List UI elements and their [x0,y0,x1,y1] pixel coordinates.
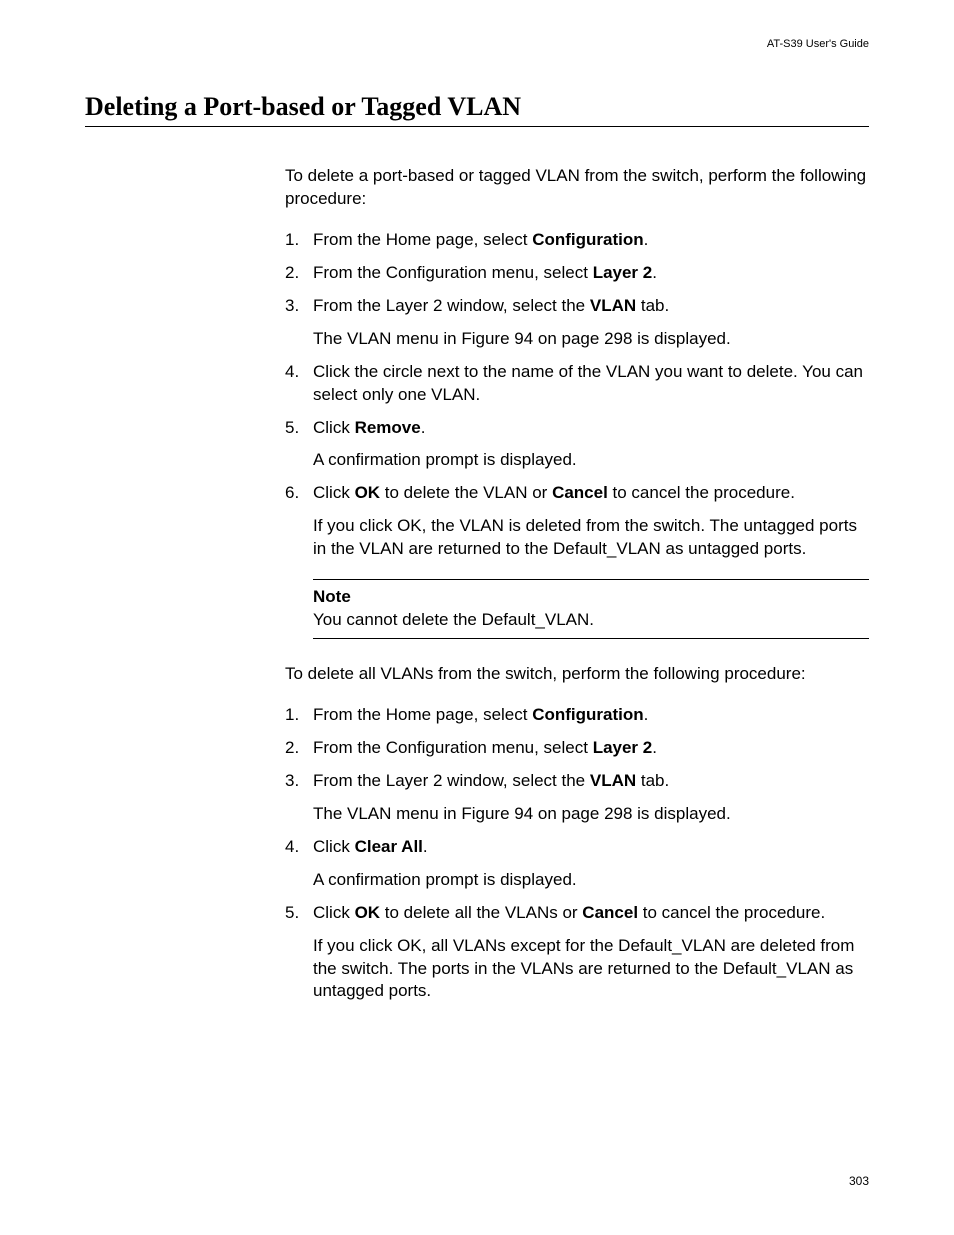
procedure-list-2: From the Home page, select Configuration… [285,704,869,1003]
note-title: Note [313,586,869,609]
step-text: . [652,738,657,757]
intro-paragraph-2: To delete all VLANs from the switch, per… [285,663,869,686]
bold-term: Layer 2 [593,263,653,282]
page-title: Deleting a Port-based or Tagged VLAN [85,92,869,127]
bold-term: Configuration [532,705,643,724]
note-box: Note You cannot delete the Default_VLAN. [313,579,869,639]
step-text: . [423,837,428,856]
bold-term: Cancel [552,483,608,502]
step-text: . [652,263,657,282]
bold-term: Configuration [532,230,643,249]
step-text: Click [313,483,355,502]
step-sub: If you click OK, the VLAN is deleted fro… [313,515,869,561]
bold-term: Layer 2 [593,738,653,757]
step-sub: The VLAN menu in Figure 94 on page 298 i… [313,328,869,351]
bold-term: Clear All [355,837,423,856]
step-text: . [421,418,426,437]
page-number: 303 [849,1174,869,1188]
step-2-3: From the Layer 2 window, select the VLAN… [285,770,869,826]
step-text: tab. [636,771,669,790]
step-text: to cancel the procedure. [608,483,795,502]
step-sub: A confirmation prompt is displayed. [313,869,869,892]
main-content: To delete a port-based or tagged VLAN fr… [85,165,869,1003]
bold-term: VLAN [590,296,636,315]
bold-term: OK [355,483,381,502]
step-text: From the Layer 2 window, select the [313,771,590,790]
step-2-5: Click OK to delete all the VLANs or Canc… [285,902,869,1004]
bold-term: OK [355,903,381,922]
step-text: to delete the VLAN or [380,483,552,502]
step-text: From the Home page, select [313,230,532,249]
step-1-1: From the Home page, select Configuration… [285,229,869,252]
step-1-5: Click Remove. A confirmation prompt is d… [285,417,869,473]
step-text: Click [313,837,355,856]
procedure-list-1: From the Home page, select Configuration… [285,229,869,561]
step-text: From the Configuration menu, select [313,738,593,757]
step-text: to cancel the procedure. [638,903,825,922]
step-2-4: Click Clear All. A confirmation prompt i… [285,836,869,892]
step-text: . [644,705,649,724]
step-text: From the Layer 2 window, select the [313,296,590,315]
step-text: From the Configuration menu, select [313,263,593,282]
step-text: Click the circle next to the name of the… [313,362,863,404]
step-text: to delete all the VLANs or [380,903,582,922]
bold-term: Cancel [582,903,638,922]
step-text: From the Home page, select [313,705,532,724]
bold-term: VLAN [590,771,636,790]
step-sub: If you click OK, all VLANs except for th… [313,935,869,1004]
step-sub: A confirmation prompt is displayed. [313,449,869,472]
step-1-6: Click OK to delete the VLAN or Cancel to… [285,482,869,561]
step-2-1: From the Home page, select Configuration… [285,704,869,727]
step-text: tab. [636,296,669,315]
step-text: . [644,230,649,249]
step-1-3: From the Layer 2 window, select the VLAN… [285,295,869,351]
note-body: You cannot delete the Default_VLAN. [313,609,869,632]
step-text: Click [313,903,355,922]
step-2-2: From the Configuration menu, select Laye… [285,737,869,760]
step-1-4: Click the circle next to the name of the… [285,361,869,407]
step-sub: The VLAN menu in Figure 94 on page 298 i… [313,803,869,826]
page-header: AT-S39 User's Guide [85,38,869,50]
bold-term: Remove [355,418,421,437]
intro-paragraph-1: To delete a port-based or tagged VLAN fr… [285,165,869,211]
step-1-2: From the Configuration menu, select Laye… [285,262,869,285]
step-text: Click [313,418,355,437]
